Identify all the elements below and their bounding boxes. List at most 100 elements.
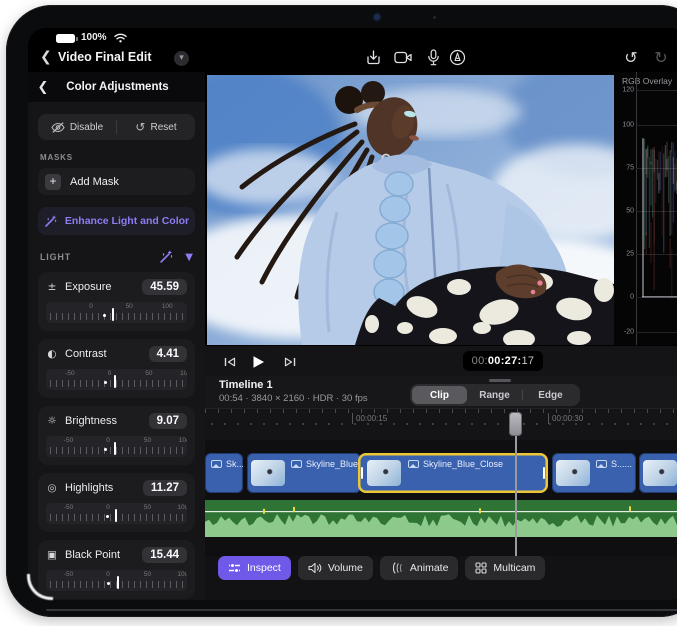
color-adjustments-panel: ❮ Color Adjustments Disable ↺ Reset MASK… xyxy=(28,72,205,600)
ruler-time-label: 00:00:30 xyxy=(552,414,583,423)
timeline-header: Timeline 1 00:54 · 3840 × 2160 · HDR · 3… xyxy=(205,376,677,408)
slider-black-point[interactable]: ▣ Black Point 15.44 -50050100 xyxy=(38,540,195,599)
transport-bar: 00:00:27:17 xyxy=(205,345,677,376)
slider-value[interactable]: 45.59 xyxy=(142,279,187,295)
volume-button[interactable]: Volume xyxy=(298,556,373,580)
title-chevron-icon[interactable]: ▾ xyxy=(174,51,189,66)
playhead-handle[interactable] xyxy=(509,412,522,436)
timeline-drag-handle[interactable] xyxy=(489,379,511,382)
volume-icon xyxy=(308,562,322,574)
play-button[interactable] xyxy=(247,351,269,373)
brightness-icon: ☼ xyxy=(46,415,58,427)
previous-frame-button[interactable] xyxy=(219,351,241,373)
clip-skyline-blue-close[interactable]: Skyline_Blue_Close xyxy=(358,453,548,493)
clip-sk-[interactable]: Sk...... xyxy=(205,453,243,493)
screen: 100% ❮ Video Final Edit ▾ xyxy=(28,28,677,600)
auto-enhance-icon[interactable] xyxy=(159,250,173,264)
slider-exposure[interactable]: ± Exposure 45.59 050100 xyxy=(38,272,195,331)
slider-label: Black Point xyxy=(65,549,135,561)
audio-track[interactable] xyxy=(205,500,677,537)
image-icon xyxy=(291,460,302,468)
slider-value[interactable]: 4.41 xyxy=(149,346,187,362)
panel-header: ❮ Color Adjustments xyxy=(28,72,205,102)
slider-value[interactable]: 9.07 xyxy=(149,413,187,429)
highlights-icon: ◎ xyxy=(46,482,58,494)
edit-mode-segmented-control: ClipRangeEdge xyxy=(410,384,580,406)
slider-ruler[interactable]: 050100 xyxy=(46,302,187,323)
scope-tick-label: 75 xyxy=(626,164,634,171)
add-mask-button[interactable]: + Add Mask xyxy=(38,168,195,195)
slider-brightness[interactable]: ☼ Brightness 9.07 -50050100 xyxy=(38,406,195,465)
disable-button[interactable]: Disable xyxy=(38,122,116,133)
battery-icon xyxy=(56,34,75,43)
timeline-ruler[interactable]: 00:00:1500:00:30 xyxy=(205,408,677,440)
collapse-chevron-icon[interactable]: ▼ xyxy=(185,252,193,263)
slider-ruler[interactable]: -50050100 xyxy=(46,570,187,591)
back-icon[interactable]: ❮ xyxy=(40,49,52,65)
animate-icon xyxy=(390,562,404,574)
timeline-name: Timeline 1 xyxy=(219,379,273,391)
mode-edge[interactable]: Edge xyxy=(523,386,578,404)
timeline-tracks: Sk...... Skyline_Blue_WideSkyline_Blue_Cl… xyxy=(205,440,677,556)
scope-tick-label: 120 xyxy=(622,87,634,94)
mic-icon[interactable] xyxy=(422,46,444,68)
clip-name: S...... xyxy=(596,459,632,469)
masks-section-label: MASKS xyxy=(40,153,193,162)
video-preview[interactable] xyxy=(207,72,614,345)
next-frame-button[interactable] xyxy=(279,351,301,373)
status-bar: 100% xyxy=(28,28,677,46)
pencil-icon[interactable] xyxy=(446,46,468,68)
main-area: RGB Overlay 1201007550250-20 00:00:27:17 xyxy=(205,72,677,600)
light-section-header[interactable]: LIGHT ▼ xyxy=(38,250,195,264)
disable-reset-group: Disable ↺ Reset xyxy=(38,114,195,140)
timecode-hours: 00: xyxy=(472,355,488,367)
mode-clip[interactable]: Clip xyxy=(412,386,467,404)
project-title[interactable]: Video Final Edit xyxy=(58,50,152,64)
ipad-device: 100% ❮ Video Final Edit ▾ xyxy=(6,5,677,617)
multicam-button[interactable]: Multicam xyxy=(465,556,545,580)
slider-value[interactable]: 15.44 xyxy=(142,547,187,563)
slider-contrast[interactable]: ◐ Contrast 4.41 -50050100 xyxy=(38,339,195,398)
clip-thumbnail xyxy=(556,460,590,486)
wifi-icon xyxy=(114,33,127,43)
inspect-button[interactable]: Inspect xyxy=(218,556,291,580)
timecode-display: 00:00:27:17 xyxy=(463,351,543,371)
panel-back-icon[interactable]: ❮ xyxy=(28,80,58,95)
slider-ruler[interactable]: -50050100 xyxy=(46,503,187,524)
clip-name: Sk...... xyxy=(211,459,243,469)
multicam-icon xyxy=(475,562,487,574)
timecode-minsec: 00:27: xyxy=(488,355,522,367)
app-toolbar: ❮ Video Final Edit ▾ ↺ ↻ xyxy=(28,46,677,72)
clip-s-[interactable]: S...... xyxy=(552,453,636,493)
undo-icon[interactable]: ↺ xyxy=(620,46,642,68)
clip-skyline-blue-wide[interactable]: Skyline_Blue_Wide xyxy=(247,453,361,493)
scope-waveform xyxy=(636,72,677,345)
scope-tick-label: -20 xyxy=(624,328,634,335)
enhance-light-color-button[interactable]: Enhance Light and Color xyxy=(38,207,195,235)
clip-thumbnail xyxy=(251,460,285,486)
slider-highlights[interactable]: ◎ Highlights 11.27 -50050100 xyxy=(38,473,195,532)
slider-ruler[interactable]: -50050100 xyxy=(46,436,187,457)
redo-icon[interactable]: ↻ xyxy=(650,46,672,68)
timeline-meta: 00:54 · 3840 × 2160 · HDR · 30 fps xyxy=(219,393,368,404)
reset-button[interactable]: ↺ Reset xyxy=(117,120,195,134)
trim-handle-right[interactable] xyxy=(543,467,545,479)
reset-icon: ↺ xyxy=(135,120,145,134)
slider-label: Contrast xyxy=(65,348,142,360)
camera-icon[interactable] xyxy=(392,46,414,68)
trim-handle-left[interactable] xyxy=(361,467,363,479)
plus-icon: + xyxy=(45,174,61,190)
import-icon[interactable] xyxy=(362,46,384,68)
slider-value[interactable]: 11.27 xyxy=(143,480,187,496)
mode-range[interactable]: Range xyxy=(467,386,522,404)
animate-button[interactable]: Animate xyxy=(380,556,459,580)
black-point-icon: ▣ xyxy=(46,549,58,561)
clip-partial[interactable] xyxy=(639,453,677,493)
tool-label: Multicam xyxy=(493,562,535,574)
light-label: LIGHT xyxy=(40,252,159,262)
slider-ruler[interactable]: -50050100 xyxy=(46,369,187,390)
scope-tick-label: 50 xyxy=(626,207,634,214)
timecode-frames: 17 xyxy=(521,355,534,367)
sensor-dot xyxy=(433,16,436,19)
clip-name: Skyline_Blue_Wide xyxy=(291,459,361,469)
